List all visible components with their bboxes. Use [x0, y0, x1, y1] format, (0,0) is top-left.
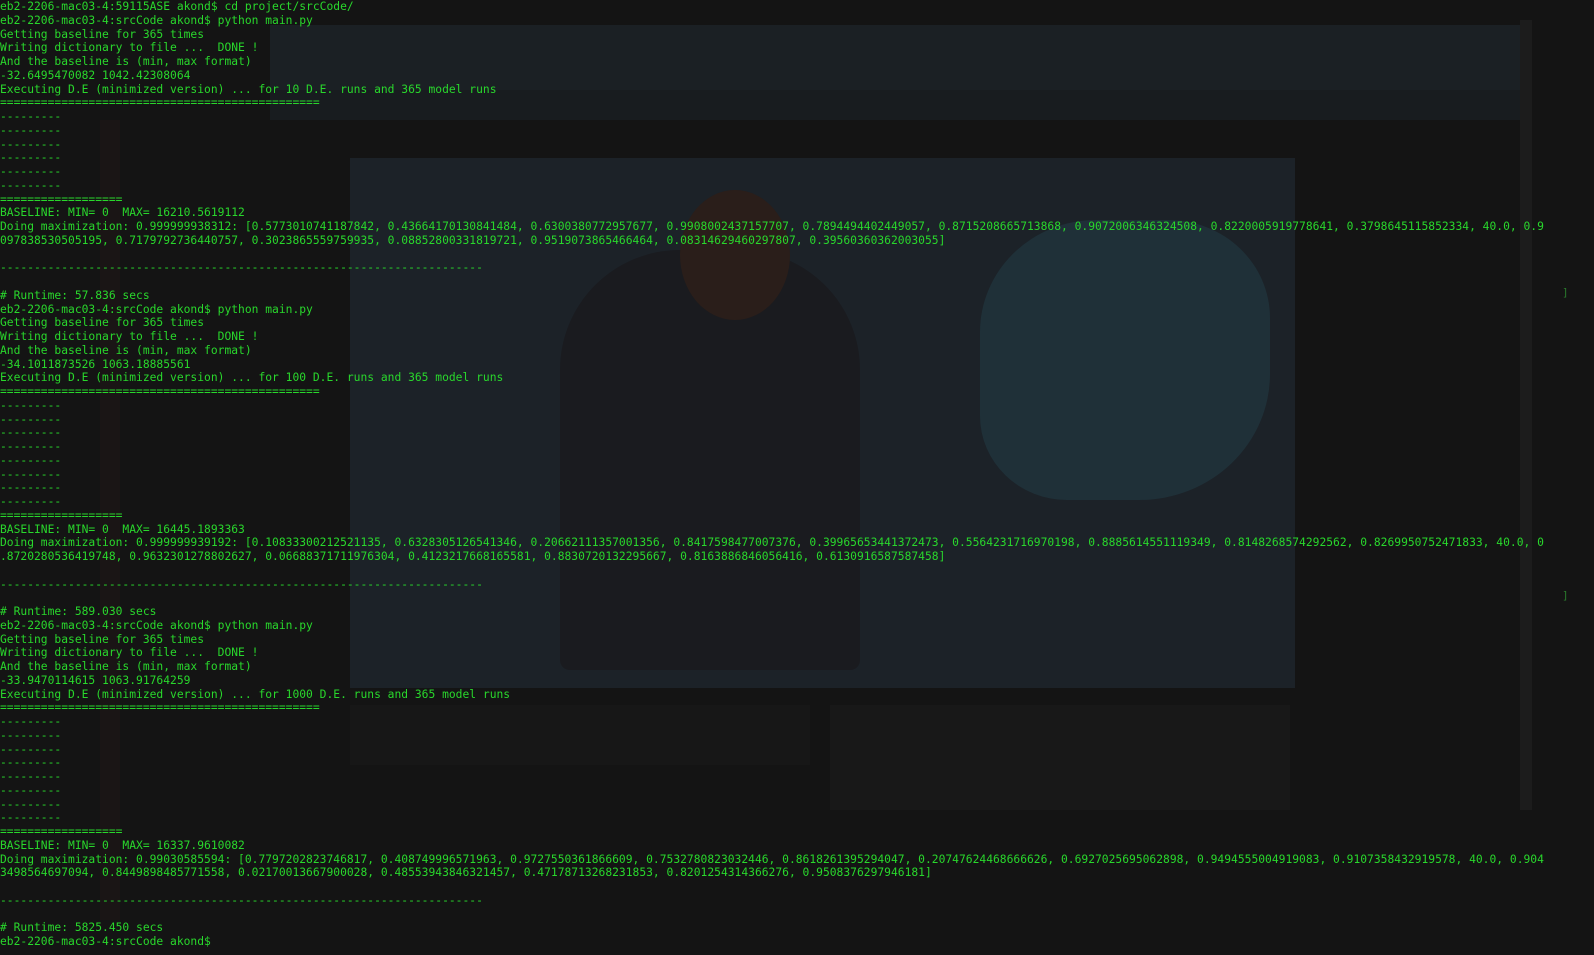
- terminal-line: ---------: [0, 398, 62, 412]
- terminal-line: ==================: [0, 825, 123, 838]
- terminal-line: -34.1011873526 1063.18885561: [0, 357, 191, 371]
- terminal-line: ---------: [0, 110, 62, 123]
- terminal-line: ---------: [0, 770, 62, 783]
- terminal-line: ----------------------------------------…: [0, 893, 483, 907]
- terminal-line: ---------: [0, 453, 62, 467]
- terminal-line: ==================: [0, 508, 123, 522]
- terminal-line: And the baseline is (min, max format): [0, 55, 252, 68]
- terminal-line: BASELINE: MIN= 0 MAX= 16210.5619112: [0, 206, 245, 220]
- terminal-line: Executing D.E (minimized version) ... fo…: [0, 371, 504, 385]
- terminal-line: ========================================…: [0, 385, 320, 398]
- terminal-line: BASELINE: MIN= 0 MAX= 16337.9610082: [0, 838, 245, 852]
- terminal-line: ---------: [0, 783, 62, 797]
- terminal-line: ---------: [0, 165, 62, 178]
- terminal-line: ---------: [0, 137, 62, 151]
- terminal-line: ----------------------------------------…: [0, 577, 483, 591]
- terminal-line: -33.9470114615 1063.91764259: [0, 673, 191, 687]
- terminal-line: Getting baseline for 365 times: [0, 632, 205, 646]
- terminal-line: eb2-2206-mac03-4:srcCode akond$ python m…: [0, 618, 313, 632]
- terminal-line: eb2-2206-mac03-4:srcCode akond$ python m…: [0, 13, 313, 27]
- terminal-line: ---------: [0, 467, 62, 481]
- terminal-line: Doing maximization: 0.999999939192: [0.1…: [0, 536, 1544, 550]
- wrap-marker: ]: [1562, 589, 1569, 602]
- terminal-line: ---------: [0, 426, 62, 440]
- terminal-line: 3498564697094, 0.8449898485771558, 0.021…: [0, 866, 932, 880]
- terminal-line: -32.6495470082 1042.42308064: [0, 68, 191, 82]
- terminal-line: # Runtime: 57.836 secs: [0, 288, 150, 302]
- terminal-line: ---------: [0, 811, 62, 825]
- terminal-output[interactable]: eb2-2206-mac03-4:59115ASE akond$ cd proj…: [0, 0, 1594, 955]
- terminal-line: ---------: [0, 151, 62, 165]
- terminal-line: Executing D.E (minimized version) ... fo…: [0, 687, 511, 701]
- terminal-line: ---------: [0, 495, 62, 508]
- terminal-line: ---------: [0, 756, 62, 770]
- terminal-line: Writing dictionary to file ... DONE !: [0, 41, 259, 55]
- terminal-line: ---------: [0, 728, 62, 742]
- wrap-marker: ]: [1562, 286, 1569, 299]
- terminal-line: ----------------------------------------…: [0, 261, 483, 275]
- terminal-line: Getting baseline for 365 times: [0, 27, 205, 41]
- terminal-line: 097838530505195, 0.7179792736440757, 0.3…: [0, 233, 946, 247]
- terminal-line: ---------: [0, 412, 62, 426]
- terminal-line: Doing maximization: 0.99030585594: [0.77…: [0, 852, 1544, 866]
- terminal-line: eb2-2206-mac03-4:srcCode akond$: [0, 935, 211, 948]
- terminal-line: ---------: [0, 123, 62, 137]
- terminal-line: ---------: [0, 481, 62, 495]
- terminal-line: ---------: [0, 715, 62, 728]
- terminal-line: ---------: [0, 440, 62, 453]
- terminal-line: And the baseline is (min, max format): [0, 660, 252, 673]
- terminal-line: ---------: [0, 797, 62, 811]
- terminal-line: .8720280536419748, 0.9632301278802627, 0…: [0, 550, 946, 563]
- terminal-line: # Runtime: 589.030 secs: [0, 605, 157, 618]
- terminal-line: Doing maximization: 0.999999938312: [0.5…: [0, 220, 1544, 233]
- terminal-line: BASELINE: MIN= 0 MAX= 16445.1893363: [0, 522, 245, 536]
- terminal-line: Executing D.E (minimized version) ... fo…: [0, 82, 497, 96]
- terminal-line: Getting baseline for 365 times: [0, 316, 205, 330]
- terminal-line: Writing dictionary to file ... DONE !: [0, 646, 259, 660]
- terminal-line: ========================================…: [0, 96, 320, 110]
- terminal-line: eb2-2206-mac03-4:59115ASE akond$ cd proj…: [0, 0, 354, 13]
- terminal-line: ---------: [0, 178, 62, 192]
- terminal-line: ========================================…: [0, 701, 320, 715]
- terminal-line: # Runtime: 5825.450 secs: [0, 921, 164, 935]
- terminal-line: ---------: [0, 742, 62, 756]
- terminal-line: Writing dictionary to file ... DONE !: [0, 330, 259, 343]
- terminal-line: ==================: [0, 192, 123, 206]
- terminal-line: eb2-2206-mac03-4:srcCode akond$ python m…: [0, 302, 313, 316]
- terminal-line: And the baseline is (min, max format): [0, 343, 252, 357]
